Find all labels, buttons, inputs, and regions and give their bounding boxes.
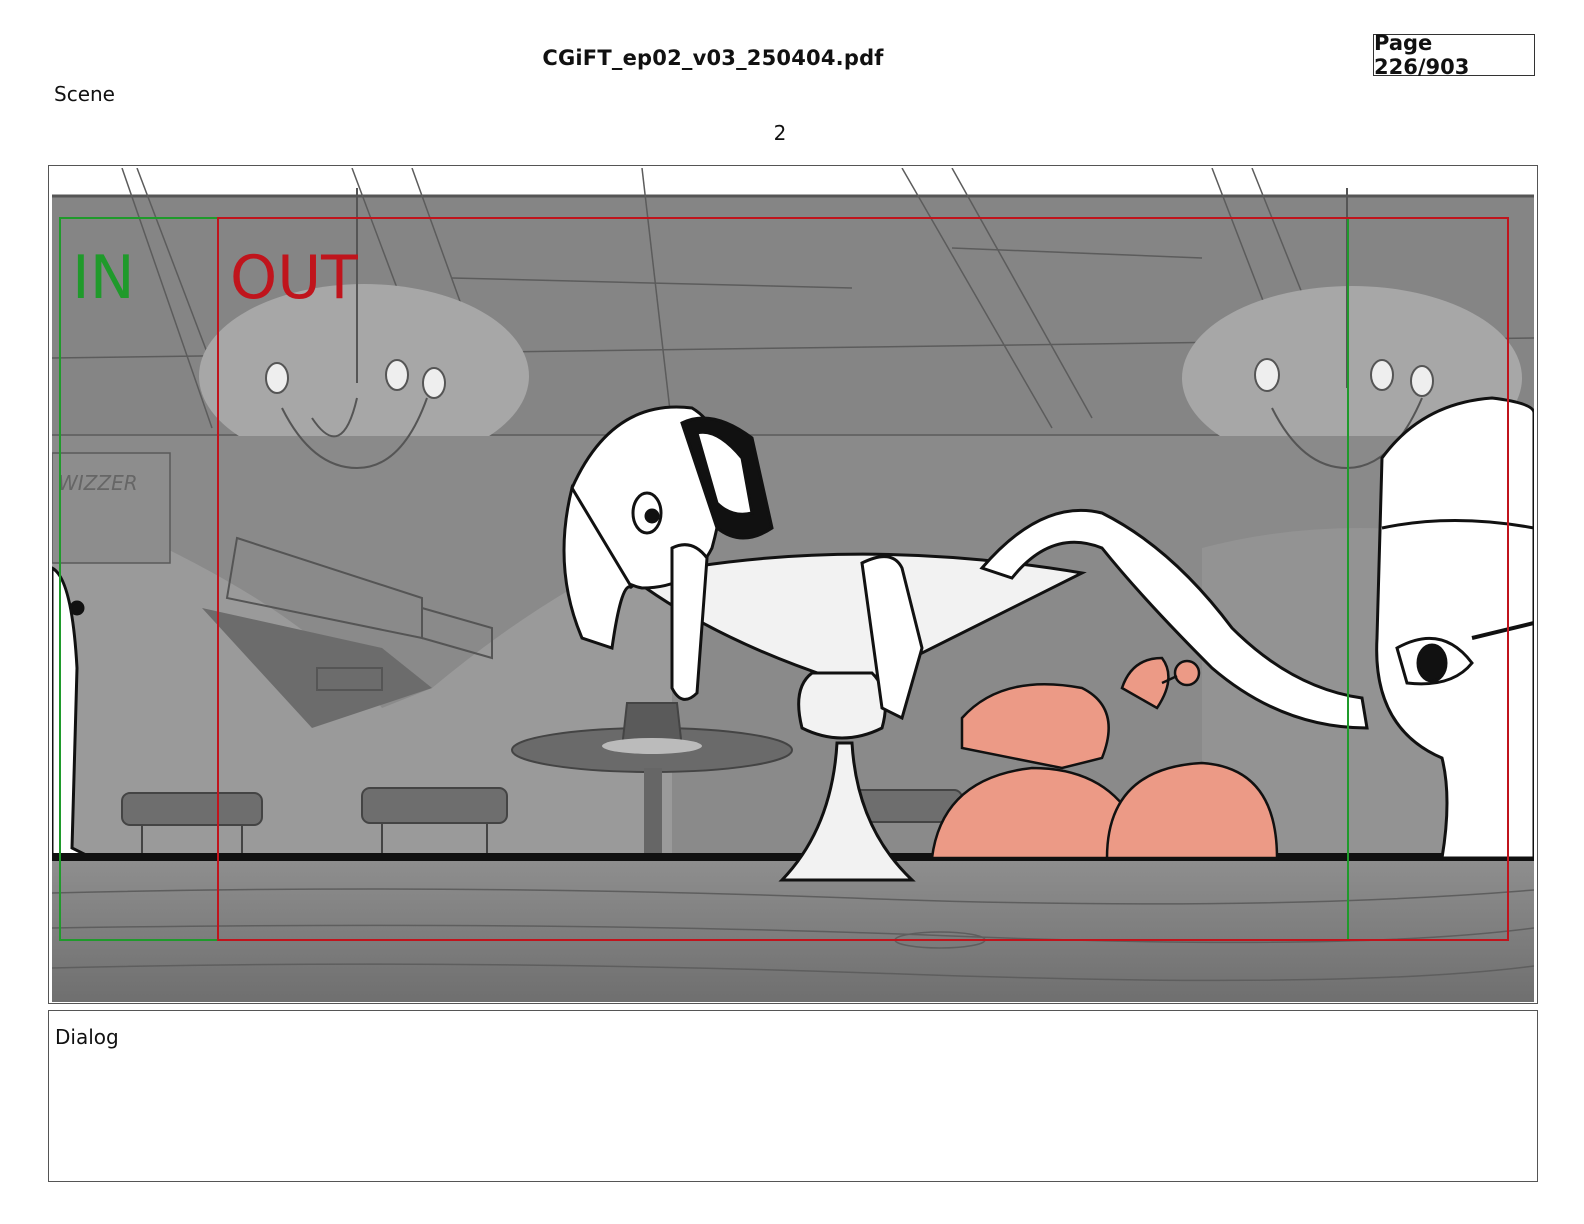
- dialog-box: Dialog: [48, 1010, 1538, 1182]
- bar-top-edge: [52, 853, 1534, 861]
- storyboard-panel: WIZZER IN OUT: [52, 168, 1534, 1002]
- bar-counter: [52, 861, 1534, 1002]
- out-label: OUT: [230, 243, 358, 313]
- dialog-label: Dialog: [55, 1025, 119, 1049]
- scene-number: 2: [773, 121, 787, 145]
- storyboard-frame: WIZZER IN OUT: [48, 165, 1538, 1004]
- scene-label: Scene: [54, 82, 115, 106]
- page-number-box: Page 226/903: [1373, 31, 1535, 79]
- wall-sign-text: WIZZER: [58, 471, 138, 495]
- wall-sign: WIZZER: [52, 452, 171, 564]
- document-title: CGiFT_ep02_v03_250404.pdf: [542, 46, 884, 70]
- ceiling-band: [52, 168, 1534, 198]
- in-label: IN: [72, 243, 135, 313]
